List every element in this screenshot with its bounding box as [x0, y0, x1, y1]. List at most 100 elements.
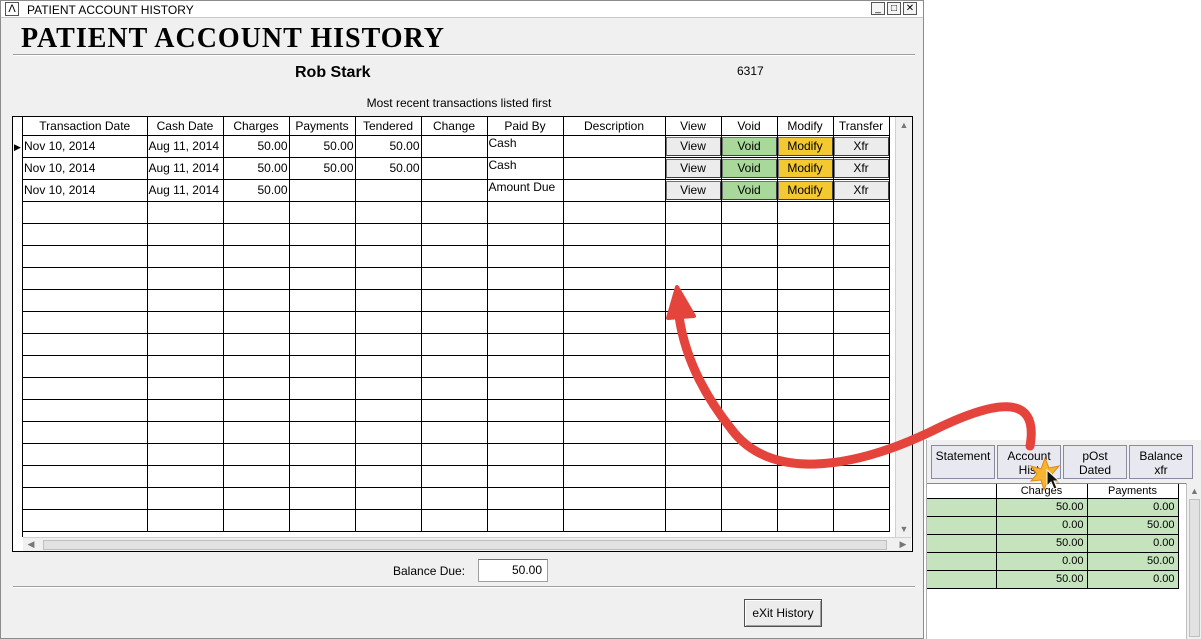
modify-button[interactable]: Modify	[777, 180, 832, 200]
scroll-up-icon[interactable]: ▲	[1187, 483, 1201, 499]
scroll-down-icon[interactable]: ▼	[896, 521, 912, 537]
payments-cell[interactable]	[289, 179, 356, 202]
change-cell[interactable]	[421, 135, 488, 158]
modify-button[interactable]: Modify	[777, 136, 832, 156]
view-button[interactable]: View	[665, 158, 720, 178]
description-cell[interactable]	[563, 157, 666, 180]
empty-cell	[833, 465, 890, 488]
cash-date-cell[interactable]: Aug 11, 2014	[147, 135, 224, 158]
ledger-row[interactable]: 50.00 0.00	[927, 534, 1179, 553]
transfer-button[interactable]: Xfr	[833, 180, 888, 200]
ledger-cell[interactable]	[927, 552, 997, 571]
col-cash-date[interactable]: Cash Date	[147, 117, 224, 136]
modify-button[interactable]: Modify	[777, 158, 832, 178]
transaction-date-cell[interactable]: Nov 10, 2014	[23, 157, 148, 180]
change-cell[interactable]	[421, 179, 488, 202]
ledger-row[interactable]: 0.00 50.00	[927, 552, 1179, 571]
transaction-date-cell[interactable]: Nov 10, 2014	[23, 179, 148, 202]
empty-cell	[355, 487, 422, 510]
empty-cell	[721, 355, 778, 378]
close-button[interactable]: ✕	[903, 2, 917, 15]
payments-cell[interactable]: 50.00	[289, 135, 356, 158]
ledger-charges-cell[interactable]: 0.00	[996, 516, 1088, 535]
col-charges[interactable]: Charges	[223, 117, 290, 136]
col-void[interactable]: Void	[721, 117, 778, 136]
col-payments[interactable]: Payments	[289, 117, 356, 136]
table-row[interactable]: Nov 10, 2014 Aug 11, 2014 50.00 50.00 50…	[23, 135, 890, 158]
paid-by-cell[interactable]: Cash	[487, 157, 564, 180]
scroll-thumb[interactable]	[1189, 499, 1200, 637]
ledger-cell[interactable]	[927, 516, 997, 535]
scroll-left-icon[interactable]: ◀	[23, 537, 39, 551]
tendered-cell[interactable]: 50.00	[355, 135, 422, 158]
description-cell[interactable]	[563, 135, 666, 158]
balance-due-field[interactable]: 50.00	[478, 559, 548, 582]
maximize-button[interactable]: □	[887, 2, 901, 15]
balance-transfer-button[interactable]: Balance xfr	[1129, 445, 1193, 479]
scroll-right-icon[interactable]: ▶	[895, 537, 911, 551]
col-transaction-date[interactable]: Transaction Date	[23, 117, 148, 136]
ledger-payments-cell[interactable]: 0.00	[1087, 570, 1179, 589]
paid-by-cell[interactable]: Cash	[487, 135, 564, 158]
change-cell[interactable]	[421, 157, 488, 180]
vertical-scrollbar[interactable]: ▲ ▼	[895, 117, 912, 537]
payments-cell[interactable]: 50.00	[289, 157, 356, 180]
ledger-payments-cell[interactable]: 50.00	[1087, 552, 1179, 571]
account-history-button[interactable]: Account Hist	[997, 445, 1061, 479]
ledger-vertical-scrollbar[interactable]: ▲	[1186, 483, 1201, 639]
empty-cell	[563, 333, 666, 356]
charges-cell[interactable]: 50.00	[223, 157, 290, 180]
ledger-row[interactable]: 50.00 0.00	[927, 498, 1179, 517]
view-button[interactable]: View	[665, 136, 720, 156]
col-modify[interactable]: Modify	[777, 117, 834, 136]
post-dated-button[interactable]: pOst Dated	[1063, 445, 1127, 479]
ledger-cell[interactable]	[927, 534, 997, 553]
void-button[interactable]: Void	[721, 180, 776, 200]
col-view[interactable]: View	[665, 117, 722, 136]
scroll-up-icon[interactable]: ▲	[896, 117, 912, 133]
ledger-charges-cell[interactable]: 50.00	[996, 534, 1088, 553]
table-row[interactable]: Nov 10, 2014 Aug 11, 2014 50.00 Amount D…	[23, 179, 890, 202]
ledger-row[interactable]: 0.00 50.00	[927, 516, 1179, 535]
ledger-charges-cell[interactable]: 50.00	[996, 498, 1088, 517]
empty-cell	[223, 421, 290, 444]
col-paid-by[interactable]: Paid By	[487, 117, 564, 136]
tendered-cell[interactable]: 50.00	[355, 157, 422, 180]
charges-cell[interactable]: 50.00	[223, 135, 290, 158]
minimize-button[interactable]: _	[871, 2, 885, 15]
empty-cell	[487, 267, 564, 290]
ledger-payments-cell[interactable]: 0.00	[1087, 534, 1179, 553]
ledger-payments-cell[interactable]: 50.00	[1087, 516, 1179, 535]
empty-cell	[487, 421, 564, 444]
horizontal-scrollbar[interactable]: ◀ ▶	[23, 537, 911, 551]
void-button[interactable]: Void	[721, 158, 776, 178]
transfer-button[interactable]: Xfr	[833, 158, 888, 178]
col-transfer[interactable]: Transfer	[833, 117, 890, 136]
col-change[interactable]: Change	[421, 117, 488, 136]
scroll-thumb[interactable]	[43, 540, 887, 550]
description-cell[interactable]	[563, 179, 666, 202]
charges-cell[interactable]: 50.00	[223, 179, 290, 202]
ledger-charges-cell[interactable]: 0.00	[996, 552, 1088, 571]
ledger-row[interactable]: 50.00 0.00	[927, 570, 1179, 589]
ledger-payments-cell[interactable]: 0.00	[1087, 498, 1179, 517]
statement-button[interactable]: Statement	[931, 445, 995, 479]
ledger-cell[interactable]	[927, 570, 997, 589]
col-tendered[interactable]: Tendered	[355, 117, 422, 136]
exit-history-button[interactable]: eXit History	[744, 599, 822, 627]
empty-cell	[147, 311, 224, 334]
view-button[interactable]: View	[665, 180, 720, 200]
cash-date-cell[interactable]: Aug 11, 2014	[147, 179, 224, 202]
empty-cell	[487, 443, 564, 466]
ledger-cell[interactable]	[927, 498, 997, 517]
table-row[interactable]: Nov 10, 2014 Aug 11, 2014 50.00 50.00 50…	[23, 157, 890, 180]
void-button[interactable]: Void	[721, 136, 776, 156]
ledger-charges-cell[interactable]: 50.00	[996, 570, 1088, 589]
tendered-cell[interactable]	[355, 179, 422, 202]
transfer-button[interactable]: Xfr	[833, 136, 888, 156]
empty-cell	[421, 377, 488, 400]
col-description[interactable]: Description	[563, 117, 666, 136]
paid-by-cell[interactable]: Amount Due	[487, 179, 564, 202]
transaction-date-cell[interactable]: Nov 10, 2014	[23, 135, 148, 158]
cash-date-cell[interactable]: Aug 11, 2014	[147, 157, 224, 180]
